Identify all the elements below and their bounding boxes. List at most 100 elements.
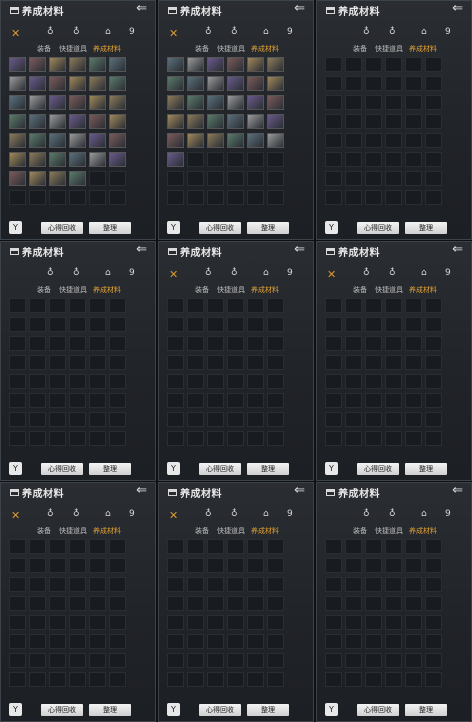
inventory-slot[interactable] [49, 672, 66, 687]
inventory-slot[interactable] [49, 634, 66, 649]
inventory-slot[interactable] [345, 317, 362, 332]
inventory-slot[interactable] [247, 374, 264, 389]
inventory-slot[interactable] [365, 596, 382, 611]
inventory-slot[interactable] [9, 596, 26, 611]
inventory-slot[interactable] [365, 374, 382, 389]
extra-icon[interactable]: 9 [129, 268, 135, 278]
recycle-button[interactable]: 心得回收 [357, 222, 399, 234]
inventory-slot[interactable] [187, 634, 204, 649]
inventory-slot[interactable] [247, 577, 264, 592]
tab-quick-items[interactable]: 快捷道具 [59, 285, 87, 295]
inventory-slot[interactable] [69, 317, 86, 332]
inventory-slot[interactable] [49, 577, 66, 592]
inventory-slot[interactable] [69, 558, 86, 573]
extra-icon[interactable]: 9 [287, 268, 293, 278]
inventory-slot[interactable] [49, 190, 66, 205]
inventory-slot[interactable] [325, 634, 342, 649]
inventory-slot[interactable] [267, 539, 284, 554]
tab-materials[interactable]: 养成材料 [251, 285, 279, 295]
inventory-slot[interactable] [167, 355, 184, 370]
inventory-slot[interactable] [425, 539, 442, 554]
close-icon[interactable]: ✕ [169, 268, 178, 281]
inventory-slot[interactable] [227, 412, 244, 427]
inventory-slot[interactable] [49, 596, 66, 611]
inventory-slot[interactable] [385, 431, 402, 446]
inventory-slot[interactable] [29, 317, 46, 332]
quick-item-icon[interactable]: ♁ [389, 27, 396, 37]
inventory-slot[interactable] [247, 431, 264, 446]
inventory-slot[interactable] [227, 336, 244, 351]
inventory-slot[interactable] [267, 412, 284, 427]
inventory-slot[interactable] [267, 76, 284, 91]
inventory-slot[interactable] [167, 298, 184, 313]
inventory-slot[interactable] [9, 152, 26, 167]
inventory-slot[interactable] [29, 672, 46, 687]
inventory-slot[interactable] [89, 431, 106, 446]
inventory-slot[interactable] [227, 672, 244, 687]
equip-icon[interactable]: ♁ [205, 509, 212, 519]
inventory-slot[interactable] [227, 190, 244, 205]
inventory-slot[interactable] [9, 114, 26, 129]
filter-button[interactable]: Y [325, 703, 338, 716]
inventory-slot[interactable] [247, 596, 264, 611]
inventory-slot[interactable] [207, 393, 224, 408]
inventory-slot[interactable] [365, 298, 382, 313]
inventory-slot[interactable] [227, 653, 244, 668]
inventory-slot[interactable] [227, 539, 244, 554]
inventory-slot[interactable] [267, 558, 284, 573]
inventory-slot[interactable] [385, 355, 402, 370]
inventory-slot[interactable] [69, 374, 86, 389]
inventory-slot[interactable] [69, 336, 86, 351]
inventory-slot[interactable] [385, 539, 402, 554]
inventory-slot[interactable] [89, 653, 106, 668]
inventory-slot[interactable] [29, 431, 46, 446]
inventory-slot[interactable] [345, 190, 362, 205]
inventory-slot[interactable] [9, 615, 26, 630]
inventory-slot[interactable] [365, 412, 382, 427]
inventory-slot[interactable] [325, 615, 342, 630]
inventory-slot[interactable] [227, 558, 244, 573]
inventory-slot[interactable] [345, 672, 362, 687]
inventory-slot[interactable] [49, 393, 66, 408]
inventory-slot[interactable] [267, 634, 284, 649]
inventory-slot[interactable] [365, 634, 382, 649]
inventory-slot[interactable] [187, 374, 204, 389]
inventory-slot[interactable] [89, 114, 106, 129]
inventory-slot[interactable] [109, 76, 126, 91]
extra-icon[interactable]: 9 [445, 27, 451, 37]
inventory-slot[interactable] [267, 152, 284, 167]
inventory-slot[interactable] [187, 336, 204, 351]
inventory-slot[interactable] [325, 298, 342, 313]
inventory-slot[interactable] [267, 577, 284, 592]
inventory-slot[interactable] [167, 171, 184, 186]
inventory-slot[interactable] [167, 558, 184, 573]
inventory-slot[interactable] [247, 412, 264, 427]
inventory-slot[interactable] [425, 317, 442, 332]
extra-icon[interactable]: 9 [287, 509, 293, 519]
inventory-slot[interactable] [247, 393, 264, 408]
inventory-slot[interactable] [247, 558, 264, 573]
inventory-slot[interactable] [267, 171, 284, 186]
inventory-slot[interactable] [207, 298, 224, 313]
tab-materials[interactable]: 养成材料 [93, 285, 121, 295]
inventory-slot[interactable] [69, 190, 86, 205]
inventory-slot[interactable] [345, 431, 362, 446]
equip-icon[interactable]: ♁ [363, 509, 370, 519]
tab-equipment[interactable]: 装备 [37, 44, 51, 54]
inventory-slot[interactable] [167, 393, 184, 408]
inventory-slot[interactable] [425, 615, 442, 630]
inventory-slot[interactable] [89, 190, 106, 205]
inventory-slot[interactable] [247, 355, 264, 370]
inventory-slot[interactable] [69, 76, 86, 91]
inventory-slot[interactable] [49, 57, 66, 72]
back-icon[interactable]: ⇐ [294, 1, 305, 16]
inventory-slot[interactable] [69, 114, 86, 129]
inventory-slot[interactable] [345, 133, 362, 148]
inventory-slot[interactable] [167, 114, 184, 129]
inventory-slot[interactable] [109, 393, 126, 408]
inventory-slot[interactable] [425, 577, 442, 592]
inventory-slot[interactable] [109, 336, 126, 351]
inventory-slot[interactable] [207, 133, 224, 148]
tab-materials[interactable]: 养成材料 [93, 526, 121, 536]
inventory-slot[interactable] [425, 393, 442, 408]
